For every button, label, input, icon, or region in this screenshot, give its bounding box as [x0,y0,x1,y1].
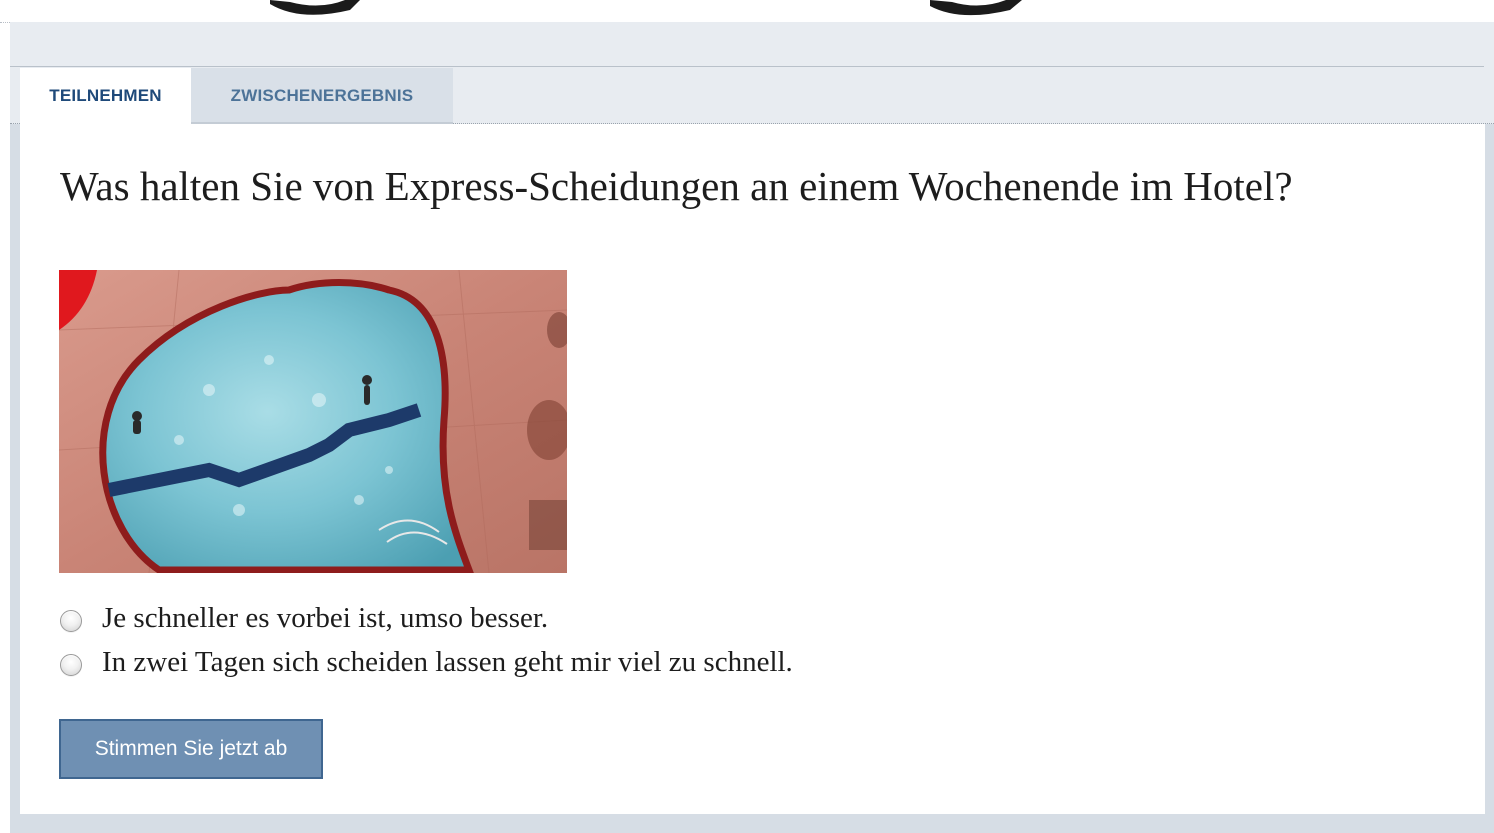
poll-option[interactable]: Je schneller es vorbei ist, umso besser. [60,596,1260,640]
poll-option[interactable]: In zwei Tagen sich scheiden lassen geht … [60,640,1260,684]
clipped-headline [0,0,1494,23]
clipped-headline-glyphs [0,0,1494,22]
poll-question: Was halten Sie von Express-Scheidungen a… [60,163,1293,209]
poll-body: Was halten Sie von Express-Scheidungen a… [20,124,1485,814]
poll-image-heart-pool [59,270,567,573]
option-label: In zwei Tagen sich scheiden lassen geht … [102,645,793,678]
poll-widget: TEILNEHMEN ZWISCHENERGEBNIS Was halten S… [10,22,1494,833]
tab-zwischenergebnis[interactable]: ZWISCHENERGEBNIS [191,68,453,124]
radio-button-option-1[interactable] [60,610,82,632]
tab-teilnehmen[interactable]: TEILNEHMEN [20,68,191,124]
poll-tab-bar: TEILNEHMEN ZWISCHENERGEBNIS [10,22,1494,124]
submit-vote-button[interactable]: Stimmen Sie jetzt ab [59,719,323,779]
radio-button-option-2[interactable] [60,654,82,676]
option-label: Je schneller es vorbei ist, umso besser. [102,601,549,634]
poll-page: TEILNEHMEN ZWISCHENERGEBNIS Was halten S… [0,0,1494,833]
poll-options: Je schneller es vorbei ist, umso besser.… [60,596,1260,684]
tab-bar-divider [10,66,1484,67]
